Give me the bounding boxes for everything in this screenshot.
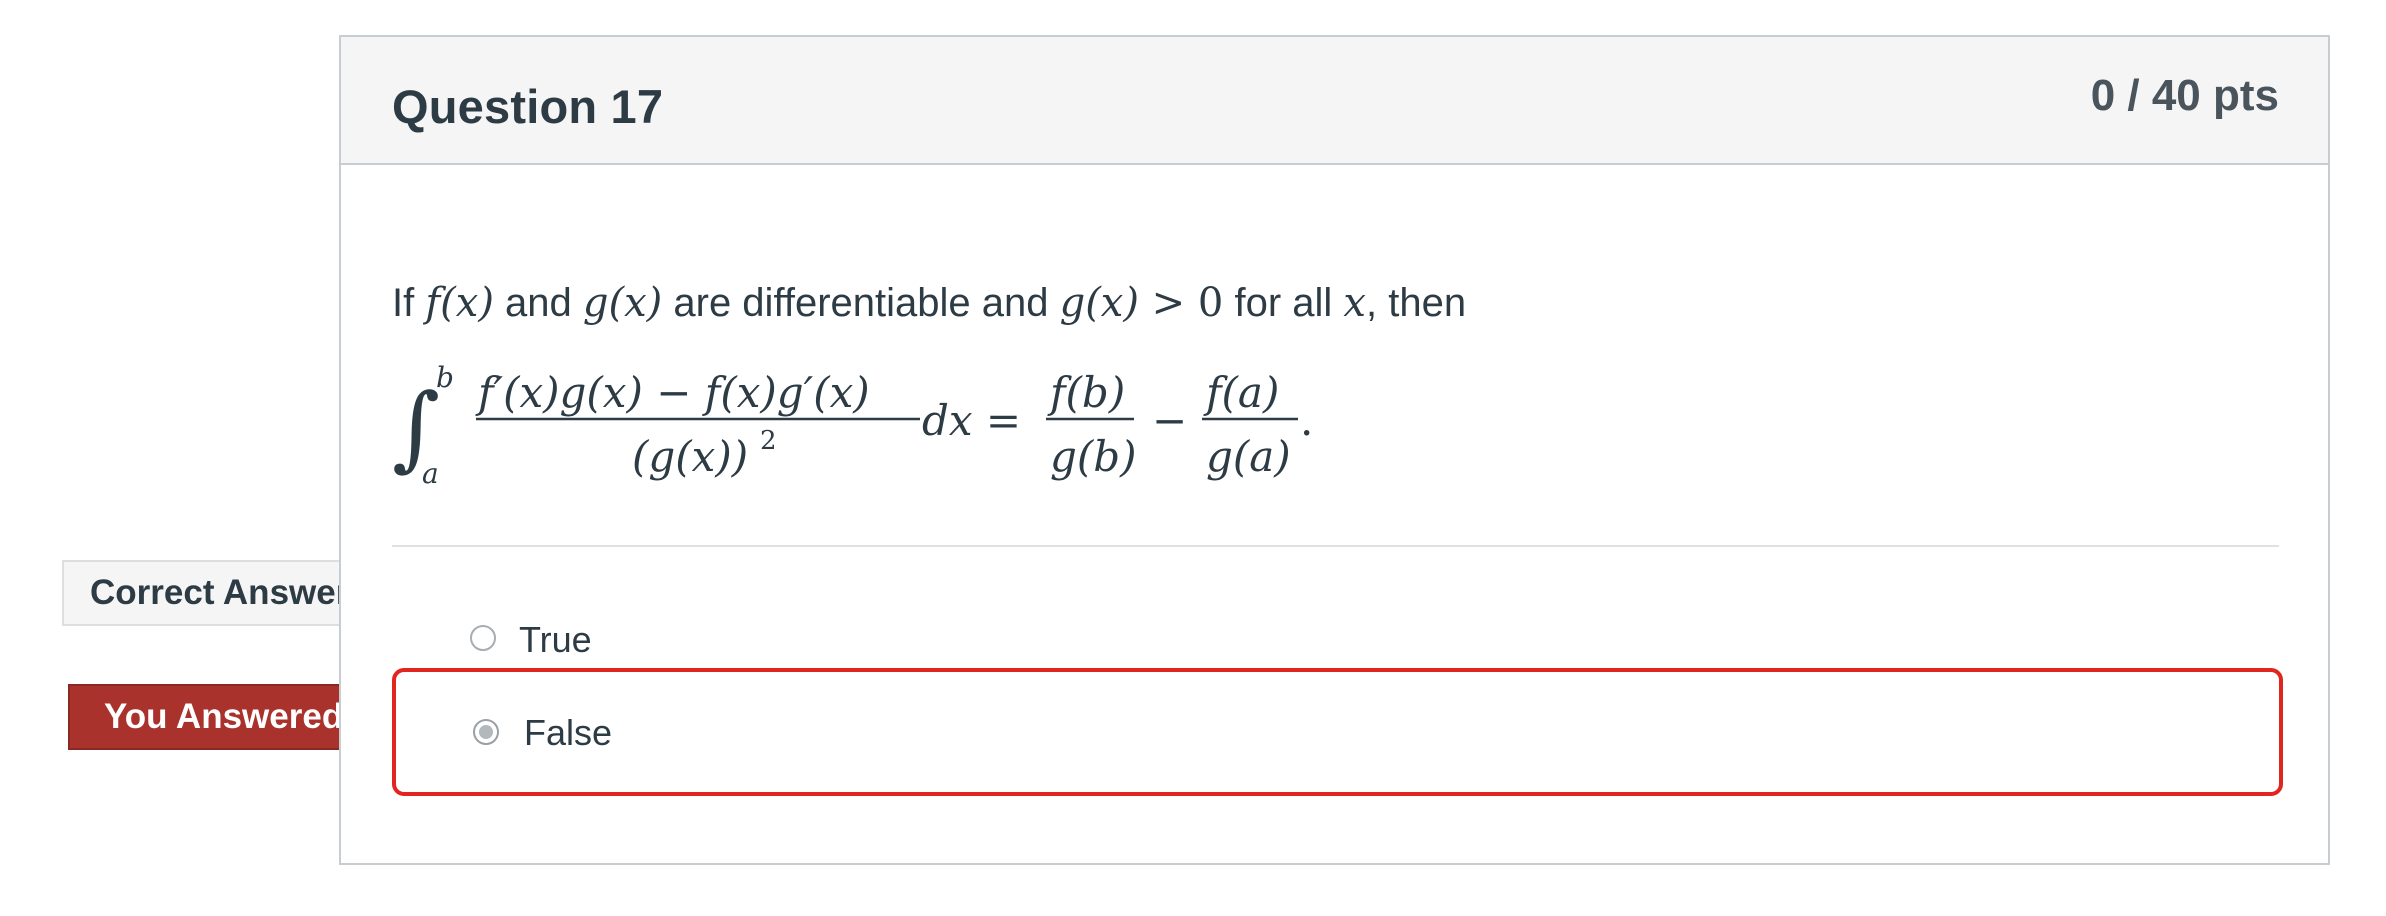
- integral-formula: ∫ b a f′(x)g(x) − f(x)g′(x) (g(x)) 2 dx …: [392, 359, 1313, 490]
- prompt-if: If: [392, 281, 426, 325]
- prompt-are-diff: are differentiable and: [662, 281, 1060, 325]
- correct-answer-flag-label: Correct Answer: [90, 573, 350, 612]
- prompt-gx: g(x): [582, 280, 663, 326]
- question-points: 0 / 40 pts: [2090, 71, 2279, 120]
- formula-numerator: f′(x)g(x) − f(x)g′(x): [475, 368, 870, 417]
- integral-lower-limit: a: [422, 457, 439, 489]
- answer-option-false[interactable]: False: [392, 668, 2283, 796]
- formula-period: .: [1300, 396, 1312, 445]
- prompt-gx-2: g(x): [1059, 280, 1139, 326]
- answers-divider: [392, 545, 2279, 547]
- frac2-denominator: g(a): [1206, 432, 1291, 481]
- prompt-gt0: > 0: [1138, 280, 1224, 326]
- question-prompt: If f(x) and g(x) are differentiable and …: [392, 273, 2282, 333]
- prompt-x: x: [1343, 280, 1366, 326]
- integral-upper-limit: b: [436, 361, 454, 394]
- question-text: If f(x) and g(x) are differentiable and …: [392, 273, 2282, 490]
- prompt-and: and: [493, 281, 583, 325]
- prompt-for-all: for all: [1223, 281, 1344, 325]
- question-title: Question 17: [392, 80, 664, 133]
- radio-selected-dot: [479, 725, 493, 739]
- formula-denominator: (g(x)): [632, 432, 748, 481]
- formula-dx-equals: dx =: [922, 396, 1021, 445]
- radio-true[interactable]: [470, 625, 496, 651]
- prompt-then: , then: [1365, 281, 1467, 325]
- frac1-denominator: g(b): [1050, 432, 1137, 481]
- prompt-fx: f(x): [425, 280, 494, 326]
- answer-label-true: True: [519, 619, 592, 660]
- radio-false-selected[interactable]: [473, 719, 499, 745]
- integral-formula-svg: ∫ b a f′(x)g(x) − f(x)g′(x) (g(x)) 2 dx …: [392, 361, 1313, 490]
- frac2-numerator: f(a): [1203, 368, 1279, 417]
- formula-minus: −: [1152, 396, 1187, 445]
- answer-label-false: False: [524, 712, 613, 753]
- correct-answer-flag: Correct Answer: [62, 560, 382, 626]
- frac1-numerator: f(b): [1047, 368, 1125, 417]
- question-card: Question 17 0 / 40 pts If f(x) and g(x) …: [339, 35, 2330, 865]
- question-header: Question 17 0 / 40 pts: [341, 37, 2328, 165]
- you-answered-flag-label: You Answered: [104, 697, 344, 736]
- formula-denominator-exponent: 2: [760, 426, 777, 456]
